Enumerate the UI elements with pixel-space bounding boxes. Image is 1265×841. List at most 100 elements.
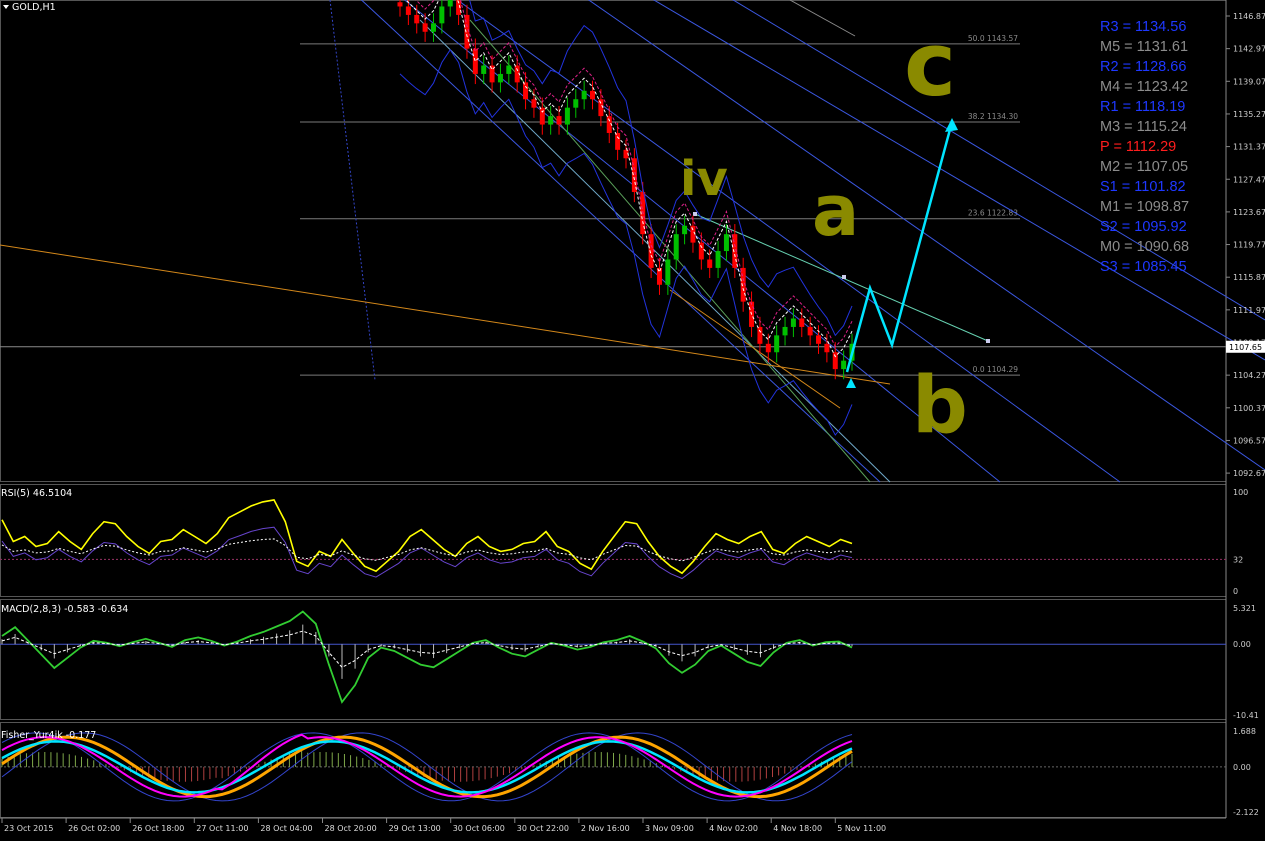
- panel-frames: [0, 0, 1227, 819]
- symbol-header[interactable]: GOLD,H1: [3, 2, 56, 13]
- pivot-level-label: M1 = 1098.87: [1100, 199, 1190, 215]
- anchor-point: [693, 212, 697, 216]
- candle-body: [816, 335, 822, 344]
- channel-line: [456, 0, 1121, 483]
- candle-body: [531, 99, 537, 108]
- candle-body: [841, 360, 847, 370]
- candle-body: [715, 251, 721, 268]
- wave-label: iv: [680, 151, 728, 207]
- candle-body: [497, 73, 503, 83]
- candle-body: [807, 326, 813, 336]
- candle-body: [447, 0, 453, 7]
- y-tick-label: 1096.57: [1233, 436, 1265, 445]
- x-tick-label: 28 Oct 20:00: [325, 824, 377, 833]
- fisher-label: Fisher_Yur4ik -0.177: [1, 730, 96, 741]
- x-tick-label: 30 Oct 06:00: [453, 824, 505, 833]
- x-tick-label: 30 Oct 22:00: [517, 824, 569, 833]
- candle-body: [698, 242, 704, 260]
- x-tick-label: 5 Nov 11:00: [837, 824, 886, 833]
- candle-body: [615, 132, 621, 150]
- main-price-panel[interactable]: 50.0 1143.5738.2 1134.3023.6 1122.830.0 …: [0, 0, 1265, 483]
- pivot-levels-list: R3 = 1134.56 M5 = 1131.61 R2 = 1128.66 M4 =…: [1100, 17, 1230, 277]
- pivot-level-label: S1 = 1101.82: [1100, 179, 1186, 195]
- candle-body: [523, 82, 529, 100]
- wave-label: c: [904, 13, 956, 116]
- forecast-arrow-tail: [846, 378, 856, 388]
- forecast-arrow-head: [945, 118, 958, 132]
- candle-body: [405, 6, 411, 15]
- candle-body: [590, 90, 596, 100]
- x-tick-label: 29 Oct 13:00: [389, 824, 441, 833]
- rsi-ma-line: [1, 538, 853, 562]
- dropdown-triangle-icon[interactable]: [3, 5, 9, 9]
- candle-body: [774, 335, 780, 353]
- gray-line: [789, 0, 856, 37]
- y-tick-label: 1115.87: [1233, 273, 1265, 282]
- candle-body: [790, 318, 796, 327]
- candle-body: [765, 343, 771, 353]
- candle-body: [832, 352, 838, 370]
- x-tick-label: 4 Nov 02:00: [709, 824, 758, 833]
- candle-body: [673, 234, 679, 260]
- x-tick-label: 28 Oct 04:00: [260, 824, 312, 833]
- x-tick-label: 3 Nov 09:00: [645, 824, 694, 833]
- wave-label: a: [812, 170, 859, 252]
- anchor-point: [986, 339, 990, 343]
- fisher-tick-label: 1.688: [1233, 727, 1256, 736]
- candle-body: [539, 107, 545, 125]
- macd-panel[interactable]: [0, 610, 1226, 704]
- x-tick-label: 27 Oct 11:00: [196, 824, 248, 833]
- candle-body: [665, 259, 671, 285]
- candle-body: [799, 318, 805, 327]
- wave-label: b: [912, 361, 968, 451]
- y-tick-label: 1100.37: [1233, 404, 1265, 413]
- x-tick-label: 2 Nov 16:00: [581, 824, 630, 833]
- candle-body: [414, 14, 420, 24]
- y-tick-label: 1139.07: [1233, 77, 1265, 86]
- candle-body: [707, 259, 713, 268]
- bollinger-lower: [399, 48, 853, 436]
- candle-body: [581, 90, 587, 100]
- rsi-panel[interactable]: [0, 499, 1226, 580]
- macd-tick-label: 0.00: [1233, 640, 1251, 649]
- candle-body: [824, 343, 830, 353]
- candle-body: [439, 6, 445, 24]
- x-tick-label: 4 Nov 18:00: [773, 824, 822, 833]
- fib-level-label: 0.0 1104.29: [973, 365, 1019, 374]
- y-tick-label: 1146.87: [1233, 12, 1265, 21]
- pivot-level-label: R3 = 1134.56: [1100, 19, 1187, 35]
- chart-canvas[interactable]: 50.0 1143.5738.2 1134.3023.6 1122.830.0 …: [0, 0, 1265, 837]
- panel-border: [0, 0, 1227, 482]
- rsi-tick-label: 32: [1233, 555, 1243, 564]
- orange-trend-line: [0, 244, 891, 385]
- current-price-label: 1107.65: [1229, 343, 1262, 352]
- fib-level-label: 50.0 1143.57: [968, 34, 1018, 43]
- pivot-level-label: R2 = 1128.66: [1100, 59, 1187, 75]
- y-tick-label: 1104.27: [1233, 371, 1265, 380]
- candle-body: [556, 116, 562, 125]
- candle-body: [422, 23, 428, 32]
- pivot-level-label: M3 = 1115.24: [1100, 119, 1187, 135]
- candle-body: [656, 267, 662, 285]
- fisher-tick-label: 0.00: [1233, 763, 1251, 772]
- pivot-level-label: M4 = 1123.42: [1100, 79, 1189, 95]
- channel-line: [469, 19, 871, 483]
- symbol-label: GOLD,H1: [12, 2, 56, 13]
- anchor-point: [842, 275, 846, 279]
- rsi-line: [1, 499, 853, 575]
- orange-trend-line: [669, 289, 841, 409]
- y-tick-label: 1119.77: [1233, 241, 1265, 250]
- rsi-tick-label: 100: [1233, 488, 1248, 497]
- channel-line: [360, 0, 881, 483]
- y-tick-label: 1123.67: [1233, 208, 1265, 217]
- x-tick-label: 23 Oct 2015: [4, 824, 53, 833]
- x-tick-label: 26 Oct 18:00: [132, 824, 184, 833]
- pivot-level-label: M2 = 1107.05: [1100, 159, 1189, 175]
- panel-border: [0, 599, 1227, 720]
- y-tick-label: 1135.27: [1233, 110, 1265, 119]
- forecast-path: [845, 121, 954, 373]
- candle-body: [682, 225, 688, 235]
- pivot-level-label: M5 = 1131.61: [1100, 39, 1189, 55]
- fisher-panel[interactable]: [0, 732, 1226, 802]
- moving-average: [405, 0, 853, 358]
